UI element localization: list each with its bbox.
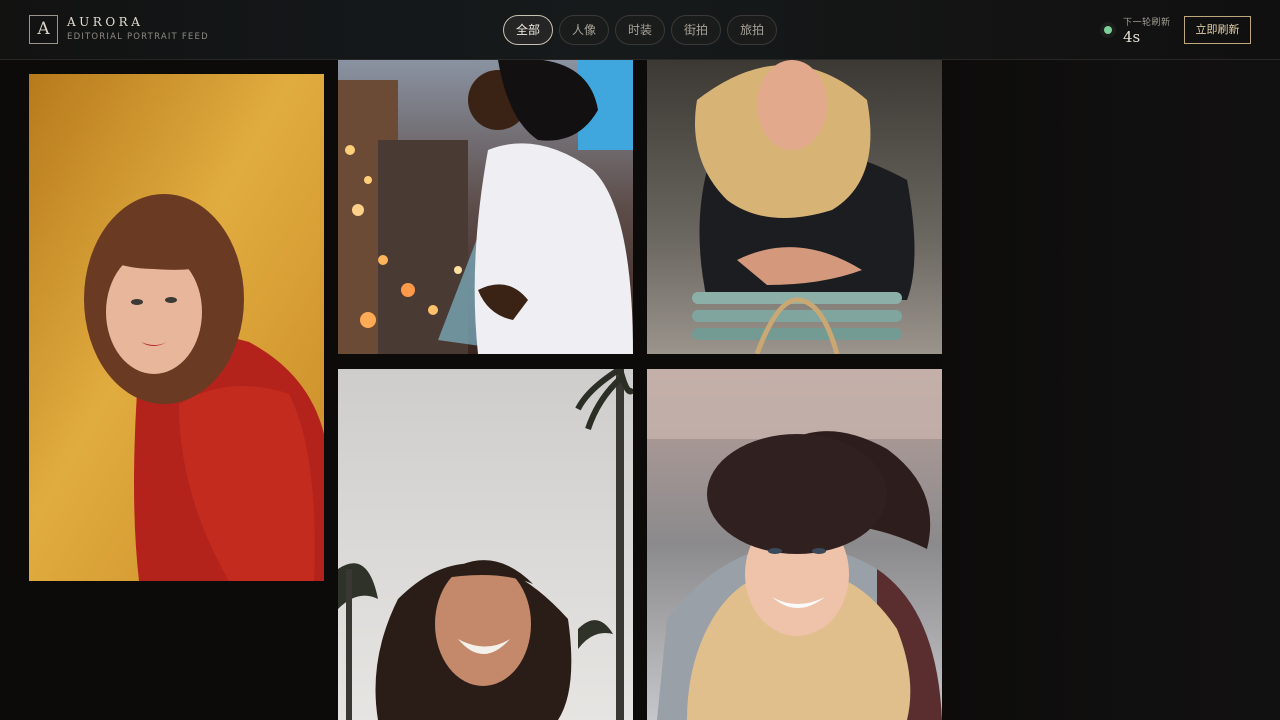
category-tabs: 全部 人像 时装 街拍 旅拍 (503, 15, 778, 45)
portrait-photo (29, 74, 324, 581)
refresh-now-button[interactable]: 立即刷新 (1184, 16, 1251, 44)
refresh-label: 下一轮刷新 (1123, 18, 1171, 28)
photo-card[interactable] (29, 74, 324, 581)
photo-card[interactable] (338, 60, 633, 354)
top-bar: A AURORA EDITORIAL PORTRAIT FEED 全部 人像 时… (0, 0, 1280, 60)
tab-fashion[interactable]: 时装 (615, 15, 666, 45)
refresh-countdown: 4s (1123, 28, 1141, 46)
photo-card[interactable] (647, 369, 942, 720)
portrait-photo (338, 369, 633, 720)
status-dot-icon (1100, 22, 1116, 38)
portrait-photo (647, 60, 942, 354)
brand-logo[interactable]: A (29, 15, 58, 44)
portrait-photo (338, 60, 633, 354)
brand-subtitle: EDITORIAL PORTRAIT FEED (67, 32, 209, 42)
portrait-photo (647, 369, 942, 720)
tab-street[interactable]: 街拍 (671, 15, 722, 45)
brand-title: AURORA (67, 15, 144, 29)
photo-card[interactable] (338, 369, 633, 720)
photo-card[interactable] (647, 60, 942, 354)
tab-all[interactable]: 全部 (503, 15, 554, 45)
tab-travel[interactable]: 旅拍 (727, 15, 778, 45)
empty-column (942, 60, 1280, 720)
tab-portrait[interactable]: 人像 (559, 15, 610, 45)
